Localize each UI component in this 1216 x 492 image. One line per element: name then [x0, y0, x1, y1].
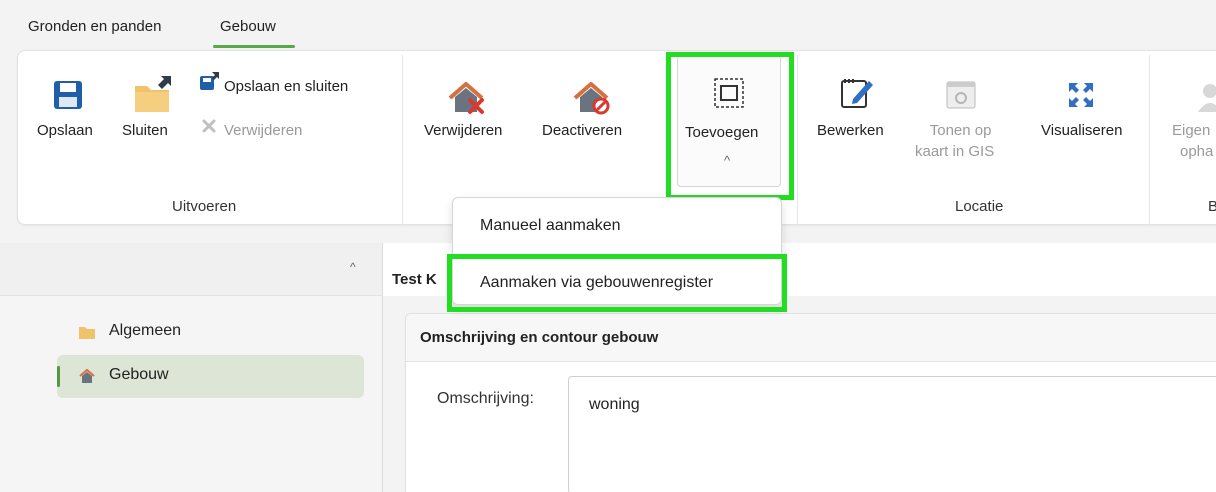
highlight-gebouwenregister	[447, 254, 787, 312]
omschrijving-label: Omschrijving:	[437, 390, 534, 407]
page-title: Test K	[392, 271, 437, 288]
card-header: Omschrijving en contour gebouw	[406, 314, 1216, 362]
opslaan-en-sluiten-button[interactable]: Opslaan en sluiten	[224, 78, 348, 95]
delete-x-icon	[201, 118, 217, 138]
opslaan-button[interactable]: Opslaan	[37, 122, 93, 139]
deactiveren-button[interactable]: Deactiveren	[542, 122, 622, 139]
bewerken-button[interactable]: Bewerken	[817, 122, 884, 139]
house-deactivate-icon	[571, 78, 611, 122]
person-icon	[1196, 82, 1216, 116]
group-label-locatie: Locatie	[955, 198, 1004, 215]
group-label-partial: B	[1208, 198, 1216, 215]
verwijderen-small-button[interactable]: Verwijderen	[224, 122, 302, 139]
sidebar-item-algemeen[interactable]: Algemeen	[57, 311, 364, 354]
save-icon	[53, 80, 83, 114]
house-icon	[79, 368, 95, 389]
omschrijving-value: woning	[589, 396, 640, 413]
gis-map-icon	[946, 81, 976, 113]
folder-icon	[79, 325, 95, 344]
ribbon-tabs: Gronden en panden Gebouw	[0, 0, 1216, 50]
highlight-toevoegen	[666, 52, 794, 200]
menu-item-manueel-aanmaken[interactable]: Manueel aanmaken	[480, 217, 621, 235]
edit-pencil-icon	[839, 75, 875, 115]
tonen-op-kaart-button[interactable]: Tonen op kaart in GIS	[915, 122, 994, 160]
collapse-caret-icon[interactable]: ^	[350, 260, 356, 274]
omschrijving-field[interactable]: woning	[568, 376, 1216, 492]
house-delete-icon	[446, 78, 486, 122]
ribbon-separator	[797, 55, 798, 225]
sluiten-button[interactable]: Sluiten	[122, 122, 168, 139]
save-close-icon	[200, 72, 220, 94]
group-label-uitvoeren: Uitvoeren	[172, 198, 237, 215]
ribbon-separator	[1149, 55, 1150, 225]
visualiseren-button[interactable]: Visualiseren	[1041, 122, 1122, 139]
nav-header: ^	[0, 243, 382, 296]
eigenaars-ophalen-button[interactable]: Eigen opha	[1172, 122, 1213, 160]
tab-gronden-en-panden[interactable]: Gronden en panden	[28, 18, 161, 35]
card-title: Omschrijving en contour gebouw	[420, 329, 659, 346]
expand-arrows-icon	[1066, 80, 1096, 114]
tab-gebouw[interactable]: Gebouw	[220, 18, 276, 35]
ribbon-separator	[402, 55, 403, 225]
sidebar-item-gebouw[interactable]: Gebouw	[57, 355, 364, 398]
active-indicator	[57, 366, 60, 387]
verwijderen-gebouw-button[interactable]: Verwijderen	[424, 122, 502, 139]
folder-close-icon	[133, 74, 175, 118]
active-tab-indicator	[213, 45, 295, 48]
